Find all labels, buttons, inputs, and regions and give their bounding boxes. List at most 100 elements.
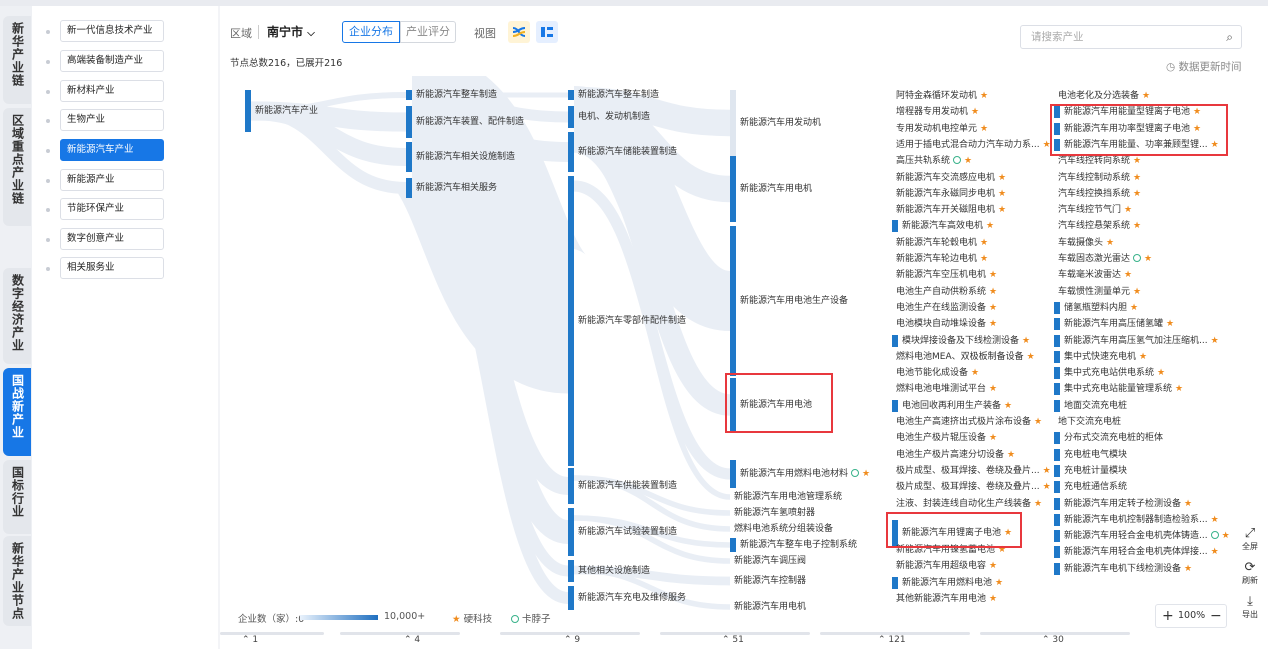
search-input[interactable]: 请搜索产业 ⌕ [1020, 25, 1242, 49]
tree-node[interactable]: 电池生产自动供粉系统 ★ [896, 285, 997, 299]
category-high-end-equipment[interactable]: 高端装备制造产业 [60, 50, 164, 72]
tree-node[interactable]: 新能源汽车整车制造 [416, 88, 497, 102]
node-bar[interactable] [730, 460, 736, 488]
column-2-count[interactable]: ⌃ 4 [404, 632, 420, 649]
tree-node[interactable]: 新能源汽车电机控制器制造检验系... ★ [1064, 513, 1219, 527]
node-bar[interactable] [568, 176, 574, 466]
tab-industry-score[interactable]: 产业评分 [400, 21, 456, 43]
tree-node[interactable]: 电池生产高速挤出式极片涂布设备 ★ [896, 415, 1042, 429]
zoom-in-button[interactable]: + [1162, 605, 1174, 627]
node-bar[interactable] [1054, 562, 1060, 575]
node-bar[interactable] [1054, 530, 1060, 543]
tree-node[interactable]: 新能源汽车空压机电机 ★ [896, 268, 997, 282]
node-bar[interactable] [406, 90, 412, 100]
node-bar[interactable] [730, 538, 736, 552]
node-bar[interactable] [1054, 301, 1060, 314]
tree-node[interactable]: 新能源汽车用电池管理系统 [734, 490, 842, 504]
tree-node[interactable]: 新能源汽车调压阀 [734, 554, 806, 568]
node-bar[interactable] [406, 142, 412, 172]
tree-node[interactable]: 汽车线控换挡系统 ★ [1058, 187, 1141, 201]
category-new-materials[interactable]: 新材料产业 [60, 80, 164, 102]
node-bar[interactable] [1054, 318, 1060, 331]
node-bar[interactable] [406, 106, 412, 138]
node-bar[interactable] [245, 90, 251, 132]
tree-node[interactable]: 电池生产极片辊压设备 ★ [896, 431, 997, 445]
tree-node[interactable]: 新能源汽车交流感应电机 ★ [896, 171, 1006, 185]
tree-node[interactable]: 新能源汽车相关设施制造 [416, 150, 515, 164]
tree-node[interactable]: 新能源汽车用高压储氢罐 ★ [1064, 317, 1174, 331]
sankey-view-icon[interactable] [508, 21, 530, 43]
tree-node[interactable]: 新能源汽车充电及维修服务 [578, 591, 686, 605]
refresh-button[interactable]: ⟳ 刷新 [1236, 560, 1264, 586]
node-bar[interactable] [1054, 448, 1060, 461]
tree-node[interactable]: 新能源汽车储能装置制造 [578, 145, 677, 159]
tree-node[interactable]: 新能源汽车开关磁阻电机 ★ [896, 203, 1006, 217]
tree-node[interactable]: 电池老化及分选装备 ★ [1058, 89, 1150, 103]
tree-node[interactable]: 新能源汽车控制器 [734, 574, 806, 588]
tree-node[interactable]: 新能源汽车电机下线检测设备 ★ [1064, 562, 1192, 576]
tree-node[interactable]: 燃料电池系统分组装设备 [734, 522, 833, 536]
node-bar[interactable] [406, 178, 412, 198]
node-bar[interactable] [892, 220, 898, 233]
tree-node[interactable]: 新能源汽车永磁同步电机 ★ [896, 187, 1006, 201]
tree-node[interactable]: 新能源汽车整车制造 [578, 88, 659, 102]
node-bar[interactable] [892, 576, 898, 589]
search-icon[interactable]: ⌕ [1226, 26, 1233, 48]
tree-node[interactable]: 电池生产极片高速分切设备 ★ [896, 448, 1015, 462]
node-bar[interactable] [1054, 383, 1060, 396]
tree-node[interactable]: 新能源汽车轮毂电机 ★ [896, 236, 988, 250]
tree-node[interactable]: 新能源汽车用发动机 [740, 116, 821, 130]
tree-node[interactable]: 极片成型、极耳焊接、卷绕及叠片... ★ [896, 464, 1051, 478]
tree-node[interactable]: 新能源汽车产业 [255, 104, 318, 118]
node-bar[interactable] [1054, 367, 1060, 380]
vtab-national-standard[interactable]: 国标行业 [3, 460, 31, 534]
tree-node[interactable]: 极片成型、极耳焊接、卷绕及叠片... ★ [896, 480, 1051, 494]
tree-node[interactable]: 新能源汽车相关服务 [416, 181, 497, 195]
node-bar[interactable] [568, 586, 574, 610]
tree-node[interactable]: 地面交流充电桩 [1064, 399, 1127, 413]
tree-node[interactable]: 其他相关设施制造 [578, 564, 650, 578]
zoom-out-button[interactable]: − [1210, 605, 1222, 627]
node-bar[interactable] [892, 399, 898, 412]
node-bar[interactable] [568, 90, 574, 100]
tree-node[interactable]: 增程器专用发动机 ★ [896, 105, 979, 119]
tree-node[interactable]: 电池生产在线监测设备 ★ [896, 301, 997, 315]
tree-node[interactable]: 充电桩电气模块 [1064, 448, 1127, 462]
tree-node[interactable]: 新能源汽车用高压氢气加注压缩机... ★ [1064, 334, 1219, 348]
tree-node[interactable]: 新能源汽车用燃料电池 ★ [902, 576, 1003, 590]
tree-node[interactable]: 新能源汽车用燃料电池材料 ★ [740, 467, 870, 481]
node-bar[interactable] [568, 560, 574, 582]
node-bar[interactable] [892, 334, 898, 347]
column-3-count[interactable]: ⌃ 9 [564, 632, 580, 649]
column-4-count[interactable]: ⌃ 51 [722, 632, 744, 649]
node-bar[interactable] [568, 508, 574, 556]
column-6-count[interactable]: ⌃ 30 [1042, 632, 1064, 649]
tree-node[interactable]: 高压共轨系统 ★ [896, 154, 972, 168]
tree-node[interactable]: 燃料电池MEA、双极板制备设备 ★ [896, 350, 1035, 364]
vtab-xinhua-chain[interactable]: 新华产业链 [3, 16, 31, 104]
tree-node[interactable]: 新能源汽车用电机 [740, 182, 812, 196]
tree-node[interactable]: 新能源汽车高效电机 ★ [902, 219, 994, 233]
node-bar[interactable] [730, 226, 736, 376]
tree-node[interactable]: 新能源汽车用电机 [734, 600, 806, 614]
tree-node[interactable]: 新能源汽车用电池生产设备 [740, 294, 848, 308]
tree-node[interactable]: 汽车线控制动系统 ★ [1058, 171, 1141, 185]
tree-node[interactable]: 地下交流充电桩 [1058, 415, 1121, 429]
tree-node[interactable]: 车载毫米波雷达 ★ [1058, 268, 1132, 282]
node-bar[interactable] [1054, 399, 1060, 412]
tree-node[interactable]: 车载固态激光雷达 ★ [1058, 252, 1152, 266]
vtab-xinhua-nodes[interactable]: 新华产业节点 [3, 536, 31, 626]
vtab-regional-chain[interactable]: 区域重点产业链 [3, 108, 31, 226]
tree-node[interactable]: 新能源汽车试验装置制造 [578, 525, 677, 539]
tree-node[interactable]: 新能源汽车装置、配件制造 [416, 115, 524, 129]
tree-node[interactable]: 新能源汽车用轻合金电机壳体铸造... ★ [1064, 529, 1230, 543]
category-nev[interactable]: 新能源汽车产业 [60, 139, 164, 161]
tree-node[interactable]: 新能源汽车用轻合金电机壳体焊接... ★ [1064, 545, 1219, 559]
tree-node[interactable]: 阿特金森循环发动机 ★ [896, 89, 988, 103]
export-button[interactable]: ⤓ 导出 [1236, 594, 1264, 620]
node-bar[interactable] [1054, 334, 1060, 347]
vtab-digital-economy[interactable]: 数字经济产业 [3, 268, 31, 364]
node-bar[interactable] [1054, 464, 1060, 477]
tree-node[interactable]: 适用于插电式混合动力汽车动力系... ★ [896, 138, 1051, 152]
tab-enterprise-distribution[interactable]: 企业分布 [342, 21, 400, 43]
